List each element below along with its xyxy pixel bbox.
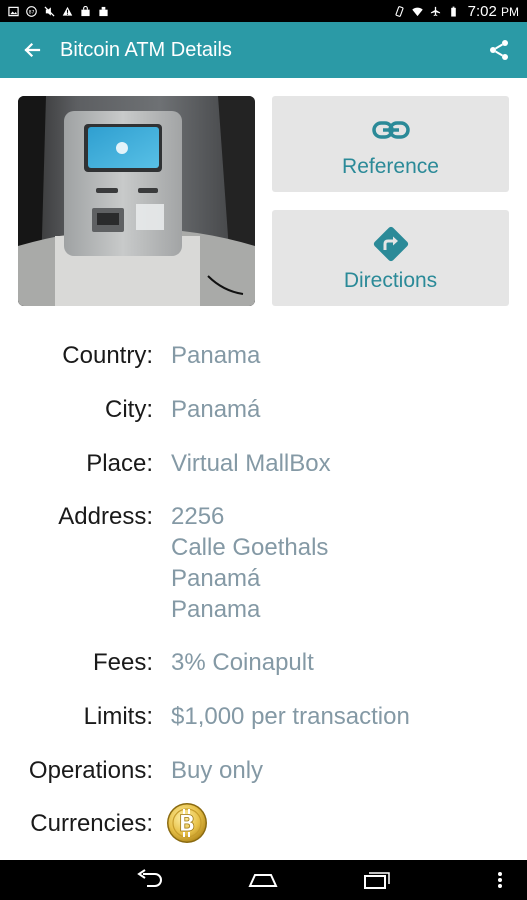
atm-details: Country: Panama City: Panamá Place: Virt… (0, 340, 527, 858)
back-arrow-button[interactable] (14, 32, 50, 68)
limits-label: Limits: (83, 703, 153, 730)
mute-icon (44, 5, 55, 17)
sms-icon: 87 (26, 5, 37, 17)
recents-icon (364, 872, 390, 889)
image-icon (8, 6, 19, 17)
warning-icon (62, 6, 73, 17)
currencies-row: Currencies: B (0, 803, 527, 858)
city-row: City: Panamá (0, 394, 527, 448)
directions-button[interactable]: Directions (272, 210, 509, 306)
bitcoin-icon: B (166, 802, 208, 844)
svg-text:87: 87 (29, 9, 35, 15)
battery-icon (448, 6, 459, 17)
shop-icon (80, 5, 91, 17)
reference-label: Reference (342, 155, 439, 178)
status-bar: 87 7:02 PM (0, 0, 527, 22)
currencies-label: Currencies: (30, 810, 153, 837)
nav-back-button[interactable] (134, 868, 168, 892)
directions-label: Directions (343, 269, 438, 292)
operations-row: Operations: Buy only (0, 755, 527, 808)
back-icon (137, 869, 162, 887)
directions-icon (370, 223, 412, 265)
status-notifications: 87 (8, 5, 109, 17)
navigation-bar (0, 860, 527, 900)
city-value: Panamá (171, 396, 261, 423)
fees-label: Fees: (92, 649, 153, 676)
limits-value: $1,000 per transaction (171, 703, 410, 730)
fees-row: Fees: 3% Coinapult (0, 647, 527, 701)
arrow-left-icon (24, 42, 41, 58)
place-row: Place: Virtual MallBox (0, 448, 527, 501)
vibrate-icon (394, 5, 405, 17)
svg-text:B: B (179, 812, 196, 837)
share-icon (490, 40, 508, 60)
city-label: City: (105, 396, 153, 423)
address-row: Address: 2256 Calle Goethals Panamá Pana… (0, 501, 527, 647)
operations-label: Operations: (28, 757, 153, 784)
fees-value: 3% Coinapult (171, 649, 314, 676)
reference-button[interactable]: Reference (272, 96, 509, 192)
address-value: 2256 Calle Goethals Panamá Panama (171, 501, 328, 625)
status-time: 7:02 PM (467, 2, 519, 20)
page-title: Bitcoin ATM Details (60, 38, 232, 61)
home-icon (248, 874, 278, 887)
more-vert-icon (498, 872, 502, 888)
operations-value: Buy only (171, 757, 264, 784)
share-button[interactable] (481, 32, 517, 68)
wifi-icon (411, 6, 423, 17)
address-label: Address: (58, 503, 153, 530)
country-row: Country: Panama (0, 340, 527, 394)
atm-photo[interactable] (18, 96, 255, 306)
country-value: Panama (171, 342, 261, 369)
link-icon (370, 109, 412, 151)
address-line: Panama (171, 596, 261, 623)
status-system: 7:02 PM (394, 3, 519, 20)
app-bar: Bitcoin ATM Details (0, 22, 527, 78)
place-value: Virtual MallBox (171, 450, 331, 477)
nav-home-button[interactable] (246, 868, 280, 892)
nav-recents-button[interactable] (359, 868, 393, 892)
download-icon (98, 6, 109, 17)
address-line: Panamá (171, 565, 261, 592)
country-label: Country: (62, 342, 153, 369)
overflow-menu-button[interactable] (490, 868, 510, 892)
limits-row: Limits: $1,000 per transaction (0, 701, 527, 755)
address-line: 2256 (171, 503, 225, 530)
address-line: Calle Goethals (171, 534, 329, 561)
airplane-icon (430, 6, 441, 17)
place-label: Place: (86, 450, 153, 477)
